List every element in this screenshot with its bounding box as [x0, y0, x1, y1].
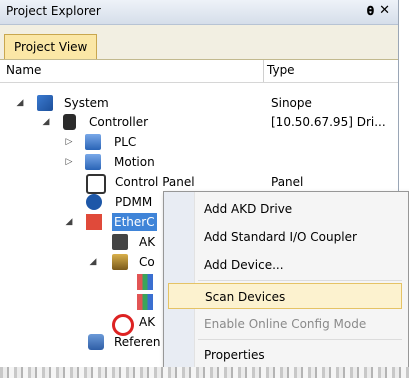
window-title: Project Explorer	[6, 4, 101, 18]
motion-icon	[85, 154, 101, 170]
tree-item-label: PLC	[114, 135, 137, 149]
tree-item-type: Panel	[271, 175, 304, 189]
torn-edge	[0, 367, 409, 378]
io-module-icon	[137, 274, 153, 290]
expand-arrow-icon[interactable]: ◢	[64, 213, 74, 231]
tree-item-label: Co	[139, 255, 155, 269]
menu-item-label: Add Device...	[204, 258, 284, 272]
plc-icon	[85, 134, 101, 150]
tree-item-io-module[interactable]	[0, 273, 160, 291]
tree-item-label: Referen	[114, 335, 161, 349]
tab-strip: Project View	[0, 25, 398, 60]
menu-item-scan-devices[interactable]: Scan Devices	[168, 283, 402, 309]
expand-arrow-icon[interactable]: ◢	[88, 253, 98, 271]
tree-item-io-module[interactable]	[0, 293, 160, 311]
pdmm-icon	[86, 194, 102, 210]
menu-item-label: Scan Devices	[205, 290, 286, 304]
tree-item-label: Control Panel	[115, 175, 195, 189]
collapse-arrow-icon[interactable]: ▷	[64, 153, 74, 171]
context-menu: Add AKD Drive Add Standard I/O Coupler A…	[163, 191, 409, 373]
menu-divider	[198, 280, 402, 281]
expand-arrow-icon[interactable]: ◢	[41, 113, 51, 131]
tree-item-plc[interactable]: ▷ PLC	[0, 133, 260, 151]
tree-item-ethercat[interactable]: ◢ EtherC	[0, 213, 160, 231]
close-icon[interactable]: ✕	[379, 3, 390, 18]
column-separator[interactable]	[263, 60, 264, 82]
tree-item-label: System	[64, 96, 109, 110]
menu-item-properties[interactable]: Properties	[168, 342, 402, 368]
menu-divider	[198, 339, 402, 340]
pin-icon[interactable]: 𝛉	[367, 4, 374, 19]
tree-item-label: PDMM	[115, 195, 153, 209]
tree-item-ak-drive[interactable]: AK	[0, 233, 160, 251]
menu-item-label: Add Standard I/O Coupler	[204, 230, 357, 244]
menu-item-add-device[interactable]: Add Device...	[168, 252, 402, 278]
menu-item-label: Properties	[204, 348, 265, 362]
menu-item-add-io-coupler[interactable]: Add Standard I/O Coupler	[168, 224, 402, 250]
expand-arrow-icon[interactable]: ◢	[15, 94, 25, 112]
column-name-header[interactable]: Name	[6, 63, 41, 77]
column-type-header[interactable]: Type	[267, 63, 295, 77]
coupler-icon	[112, 254, 128, 270]
tree-item-label: Controller	[89, 115, 149, 129]
tree-item-control-panel[interactable]: Control Panel	[0, 173, 260, 194]
tree-item-ak-error[interactable]: AK	[0, 313, 160, 336]
tree-item-label: Motion	[114, 155, 155, 169]
title-bar: Project Explorer 𝛉 ✕	[0, 0, 398, 25]
tree-item-label-selected: EtherC	[112, 213, 157, 231]
control-panel-icon	[86, 174, 106, 194]
tree-item-type: [10.50.67.95] Dri...	[271, 115, 386, 129]
menu-item-enable-online-config: Enable Online Config Mode	[168, 311, 402, 337]
menu-item-label: Enable Online Config Mode	[204, 317, 367, 331]
menu-item-add-akd-drive[interactable]: Add AKD Drive	[168, 196, 402, 222]
tree-item-motion[interactable]: ▷ Motion	[0, 153, 260, 171]
ethercat-icon	[86, 214, 102, 230]
tree-item-coupler[interactable]: ◢ Co	[0, 253, 160, 271]
tree-item-references[interactable]: Referen	[0, 333, 160, 351]
menu-item-label: Add AKD Drive	[204, 202, 293, 216]
tree-item-system[interactable]: ◢ System	[0, 94, 260, 112]
tree-item-controller[interactable]: ◢ Controller	[0, 113, 260, 131]
tree-item-label: AK	[139, 315, 156, 329]
system-icon	[37, 95, 53, 111]
collapse-arrow-icon[interactable]: ▷	[64, 133, 74, 151]
tree-item-type: Sinope	[271, 96, 312, 110]
tree-item-pdmm[interactable]: PDMM	[0, 193, 160, 211]
drive-icon	[112, 234, 128, 250]
io-module-icon	[137, 294, 153, 310]
tree-item-label: AK	[139, 235, 156, 249]
controller-icon	[63, 114, 76, 130]
references-icon	[88, 334, 104, 350]
tab-project-view[interactable]: Project View	[4, 34, 98, 59]
column-header: Name Type	[0, 60, 398, 83]
